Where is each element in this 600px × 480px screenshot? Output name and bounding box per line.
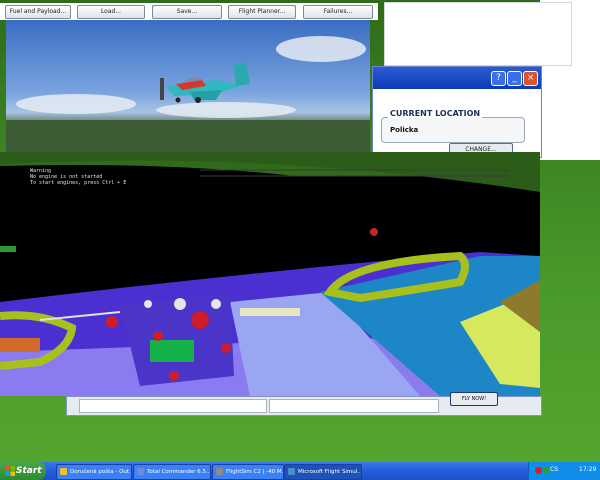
clock[interactable]: 17:29: [579, 466, 596, 473]
warning-line: To start engines, press Ctrl + E: [30, 180, 127, 186]
cockpit-scene: [0, 152, 540, 396]
system-tray: CS 17:29: [528, 462, 600, 480]
security-icon[interactable]: [535, 467, 542, 474]
aircraft-preview: [6, 20, 370, 152]
aircraft-icon: [6, 62, 370, 152]
start-label: Start: [16, 466, 42, 476]
folder-icon: [137, 468, 144, 475]
taskbar-item-label: Total Commander 6.5...: [147, 469, 211, 475]
app-icon: [216, 468, 223, 475]
blank-panel: [384, 2, 572, 66]
mail-icon: [60, 468, 67, 475]
taskbar-item-total-commander[interactable]: Total Commander 6.5...: [133, 464, 211, 480]
taskbar-item-flight-simulator[interactable]: Microsoft Flight Simul...: [284, 464, 362, 480]
footer-panel: [269, 399, 439, 413]
footer-panel: [79, 399, 267, 413]
cockpit-view: Warning No engine is not started To start …: [0, 152, 540, 396]
flight-toolbar: Fuel and Payload... Load... Save... Flig…: [0, 3, 378, 20]
current-location-label: CURRENT LOCATION: [388, 109, 483, 118]
setup-titlebar: ? _ ×: [373, 67, 541, 89]
minimize-icon[interactable]: _: [507, 71, 522, 86]
load-button[interactable]: Load...: [77, 5, 145, 19]
warning-message: Warning No engine is not started To start …: [30, 168, 126, 186]
airplane-icon: [288, 468, 295, 475]
close-icon[interactable]: ×: [523, 71, 538, 86]
flight-setup-dialog: ? _ × CURRENT LOCATION Policka CHANGE...: [372, 66, 542, 158]
taskbar-item-outlook[interactable]: Doručená pošta - Out...: [56, 464, 132, 480]
fuel-and-payload-button[interactable]: Fuel and Payload...: [5, 5, 71, 19]
help-icon[interactable]: ?: [491, 71, 506, 86]
language-indicator[interactable]: CS: [550, 466, 558, 473]
failures-button[interactable]: Failures...: [303, 5, 373, 19]
current-location-box: CURRENT LOCATION Policka: [381, 109, 525, 143]
taskbar-item-label: Doručená pošta - Out...: [70, 469, 132, 475]
windows-logo-icon: [5, 466, 15, 476]
fly-now-button[interactable]: FLY NOW!: [450, 392, 498, 406]
current-location-value: Policka: [390, 126, 419, 134]
taskbar-item-label: FlightSim C2 | -40 M...: [226, 469, 284, 475]
taskbar-item-flightsim-c2[interactable]: FlightSim C2 | -40 M...: [212, 464, 284, 480]
taskbar-item-label: Microsoft Flight Simul...: [298, 469, 362, 475]
network-icon[interactable]: [543, 467, 550, 474]
save-button[interactable]: Save...: [152, 5, 222, 19]
taskbar: Start Doručená pošta - Out... Total Comm…: [0, 462, 600, 480]
start-button[interactable]: Start: [0, 462, 46, 480]
flight-planner-button[interactable]: Flight Planner...: [228, 5, 296, 19]
